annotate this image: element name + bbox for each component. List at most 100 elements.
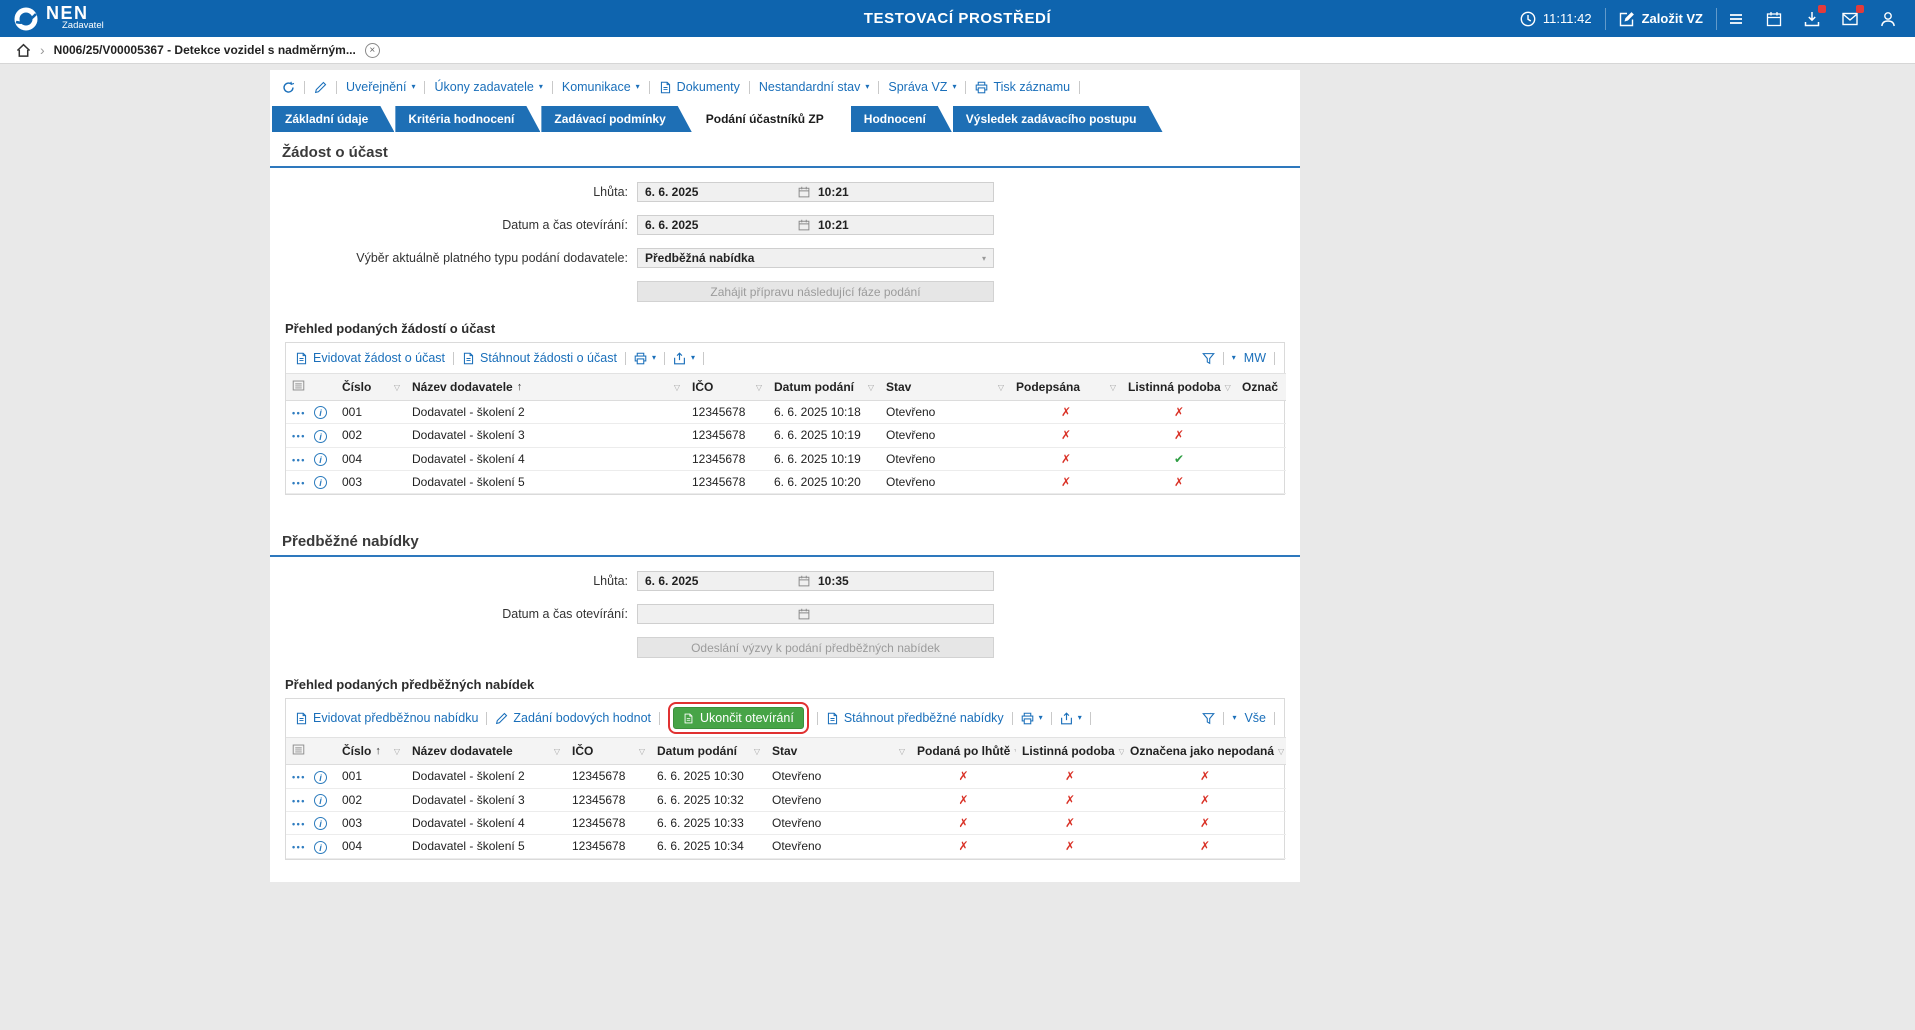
calendar-icon[interactable] xyxy=(798,608,810,620)
menu-uverejneni[interactable]: Uveřejnění ▾ xyxy=(346,80,415,94)
filter-chevron-icon[interactable]: ▽ xyxy=(899,747,905,756)
menu-nestandardni-stav[interactable]: Nestandardní stav ▾ xyxy=(759,80,869,94)
tab-vysledek-zadavaciho-postupu[interactable]: Výsledek zadávacího postupu xyxy=(953,106,1163,132)
info-icon[interactable]: i xyxy=(313,770,327,784)
zalozit-vz-button[interactable]: Založit VZ xyxy=(1606,11,1716,27)
table-row[interactable]: ••• i 001 Dodavatel - školení 2 12345678 … xyxy=(286,400,1286,425)
column-header-nepodana[interactable]: Označena jako nepodaná ▽ xyxy=(1124,737,1286,766)
column-header-ico[interactable]: IČO ▽ xyxy=(686,373,768,401)
menu-dokumenty[interactable]: Dokumenty xyxy=(659,80,740,94)
table-row[interactable]: ••• i 001 Dodavatel - školení 2 12345678 … xyxy=(286,764,1286,789)
filter-chevron-icon[interactable]: ▽ xyxy=(1014,747,1016,756)
tab-zadavaci-podminky[interactable]: Zadávací podmínky xyxy=(541,106,691,132)
evidovat-zadost-button[interactable]: Evidovat žádost o účast xyxy=(295,351,445,365)
info-icon[interactable]: i xyxy=(313,793,327,807)
column-header-select[interactable] xyxy=(286,373,336,401)
column-header-nazev[interactable]: Název dodavatele ▽ xyxy=(406,737,566,766)
tab-podani-ucastniku-zp[interactable]: Podání účastníků ZP xyxy=(693,106,850,132)
filter-chevron-icon[interactable]: ▽ xyxy=(554,747,560,756)
view-selector[interactable]: Vše xyxy=(1244,711,1266,725)
odeslani-vyzvy-button[interactable]: Odeslání výzvy k podání předběžných nabí… xyxy=(637,637,994,659)
zahajit-pripravu-button[interactable]: Zahájit přípravu následující fáze podání xyxy=(637,281,994,302)
print-button[interactable]: ▾ xyxy=(1021,712,1043,725)
otevirani-datetime-field[interactable]: 6. 6. 2025 10:21 xyxy=(637,215,994,235)
user-icon[interactable] xyxy=(1869,0,1907,37)
row-menu-icon[interactable]: ••• xyxy=(292,795,306,805)
lhuta-datetime-field[interactable]: 6. 6. 2025 10:21 xyxy=(637,182,994,202)
filter-chevron-icon[interactable]: ▽ xyxy=(998,383,1004,392)
view-selector[interactable]: MW xyxy=(1244,351,1266,365)
lhuta-datetime-field[interactable]: 6. 6. 2025 10:35 xyxy=(637,571,994,592)
filter-chevron-icon[interactable]: ▽ xyxy=(1225,383,1231,392)
print-button[interactable]: ▾ xyxy=(634,352,656,365)
column-header-po-lhute[interactable]: Podaná po lhůtě▽ xyxy=(911,737,1016,766)
table-row[interactable]: ••• i 004 Dodavatel - školení 4 12345678 … xyxy=(286,447,1286,471)
column-header-cislo[interactable]: Číslo ▽ xyxy=(336,373,406,401)
filter-chevron-icon[interactable]: ▽ xyxy=(1278,747,1284,756)
close-record-icon[interactable]: × xyxy=(364,42,380,58)
refresh-icon[interactable] xyxy=(282,81,295,94)
calendar-icon[interactable] xyxy=(798,186,810,198)
row-menu-icon[interactable]: ••• xyxy=(292,431,306,441)
table-row[interactable]: ••• i 003 Dodavatel - školení 5 12345678 … xyxy=(286,470,1286,495)
column-header-cislo[interactable]: Číslo ↑ ▽ xyxy=(336,737,406,766)
tab-hodnoceni[interactable]: Hodnocení xyxy=(851,106,952,132)
table-row[interactable]: ••• i 002 Dodavatel - školení 3 12345678 … xyxy=(286,788,1286,812)
filter-chevron-icon[interactable]: ▽ xyxy=(394,747,400,756)
export-button[interactable]: ▾ xyxy=(1060,712,1082,725)
column-header-ico[interactable]: IČO ▽ xyxy=(566,737,651,766)
filter-chevron-icon[interactable]: ▽ xyxy=(1110,383,1116,392)
export-button[interactable]: ▾ xyxy=(673,352,695,365)
column-header-datum[interactable]: Datum podání ▽ xyxy=(768,373,880,401)
info-icon[interactable]: i xyxy=(313,452,327,466)
stahnout-zadosti-button[interactable]: Stáhnout žádosti o účast xyxy=(462,351,617,365)
column-header-stav[interactable]: Stav ▽ xyxy=(880,373,1010,401)
ukoncit-otevirani-button[interactable]: Ukončit otevírání xyxy=(668,702,809,735)
filter-icon[interactable] xyxy=(1202,352,1215,365)
calendar-icon[interactable] xyxy=(798,575,810,587)
tab-zakladni-udaje[interactable]: Základní údaje xyxy=(272,106,394,132)
column-header-stav[interactable]: Stav ▽ xyxy=(766,737,911,766)
tab-kriteria-hodnoceni[interactable]: Kritéria hodnocení xyxy=(395,106,540,132)
column-header-podepsana[interactable]: Podepsána ▽ xyxy=(1010,373,1122,401)
column-header-nazev[interactable]: Název dodavatele ↑ ▽ xyxy=(406,373,686,401)
table-row[interactable]: ••• i 002 Dodavatel - školení 3 12345678 … xyxy=(286,423,1286,448)
row-menu-icon[interactable]: ••• xyxy=(292,842,306,852)
filter-chevron-icon[interactable]: ▽ xyxy=(756,383,762,392)
edit-record-icon[interactable] xyxy=(314,81,327,94)
zadani-bodovych-hodnot-button[interactable]: Zadání bodových hodnot xyxy=(495,711,651,725)
menu-komunikace[interactable]: Komunikace ▾ xyxy=(562,80,640,94)
row-menu-icon[interactable]: ••• xyxy=(292,478,306,488)
view-dropdown-icon[interactable]: ▾ xyxy=(1232,714,1236,722)
filter-chevron-icon[interactable]: ▽ xyxy=(394,383,400,392)
info-icon[interactable]: i xyxy=(313,406,327,420)
nen-logo[interactable]: NEN Zadavatel xyxy=(13,4,104,32)
row-menu-icon[interactable]: ••• xyxy=(292,454,306,464)
stahnout-nabidky-button[interactable]: Stáhnout předběžné nabídky xyxy=(826,711,1004,725)
otevirani-datetime-field[interactable] xyxy=(637,604,994,625)
filter-chevron-icon[interactable]: ▽ xyxy=(674,383,680,392)
messages-icon[interactable] xyxy=(1831,0,1869,37)
evidovat-nabidku-button[interactable]: Evidovat předběžnou nabídku xyxy=(295,711,478,725)
column-header-oznacena[interactable]: Označ xyxy=(1236,373,1286,401)
info-icon[interactable]: i xyxy=(313,840,327,854)
menu-ukony-zadavatele[interactable]: Úkony zadavatele ▾ xyxy=(434,80,542,94)
breadcrumb-record[interactable]: N006/25/V00005367 - Detekce vozidel s na… xyxy=(54,43,356,57)
column-header-listinna[interactable]: Listinná podoba▽ xyxy=(1016,737,1124,766)
row-menu-icon[interactable]: ••• xyxy=(292,408,306,418)
info-icon[interactable]: i xyxy=(313,476,327,490)
info-icon[interactable]: i xyxy=(313,817,327,831)
column-header-listinna[interactable]: Listinná podoba▽ xyxy=(1122,373,1236,401)
menu-sprava-vz[interactable]: Správa VZ ▾ xyxy=(888,80,956,94)
home-icon[interactable] xyxy=(16,43,31,58)
row-menu-icon[interactable]: ••• xyxy=(292,772,306,782)
typ-podani-select[interactable]: Předběžná nabídka ▾ xyxy=(637,248,994,268)
filter-chevron-icon[interactable]: ▽ xyxy=(754,747,760,756)
downloads-icon[interactable] xyxy=(1793,0,1831,37)
calendar-icon[interactable] xyxy=(798,219,810,231)
tisk-zaznamu-button[interactable]: Tisk záznamu xyxy=(975,80,1070,94)
table-row[interactable]: ••• i 004 Dodavatel - školení 5 12345678 … xyxy=(286,834,1286,859)
column-header-select[interactable] xyxy=(286,737,336,766)
filter-chevron-icon[interactable]: ▽ xyxy=(1119,747,1124,756)
menu-icon[interactable] xyxy=(1717,0,1755,37)
